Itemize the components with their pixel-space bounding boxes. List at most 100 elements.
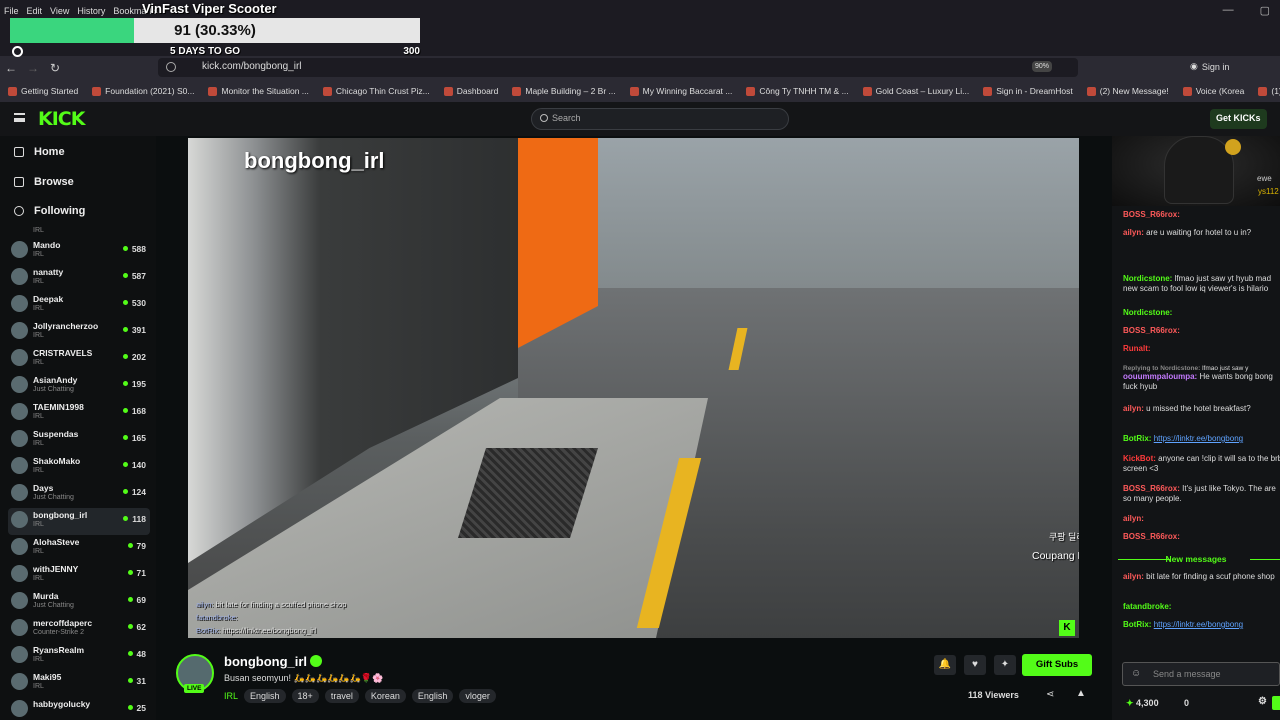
kicks-icon[interactable]: ✦: [994, 655, 1016, 675]
chat-username[interactable]: Replying to Nordicstone:: [1123, 365, 1200, 372]
url-text[interactable]: kick.com/bongbong_irl: [202, 61, 302, 72]
sidebar-channel[interactable]: AsianAndy Just Chatting 195: [8, 373, 150, 400]
sidebar-channel[interactable]: bongbong_irl IRL 118: [8, 508, 150, 535]
bookmark-item[interactable]: Maple Building – 2 Br ...: [512, 86, 616, 96]
sidebar-channel[interactable]: nanatty IRL 587: [8, 265, 150, 292]
site-info-icon[interactable]: [166, 62, 176, 72]
bookmark-item[interactable]: Voice (Korea: [1182, 86, 1244, 96]
chat-username[interactable]: oouummpaloumpa:: [1123, 372, 1197, 381]
nav-following[interactable]: Following: [14, 205, 85, 217]
category-link[interactable]: IRL: [224, 689, 238, 703]
chat-username[interactable]: BOSS_R66rox:: [1123, 484, 1180, 493]
chat-username[interactable]: ailyn:: [1123, 404, 1144, 413]
sidebar-channel[interactable]: RyansRealm IRL 48: [8, 643, 150, 670]
chat-input-box[interactable]: ☺: [1122, 662, 1280, 686]
chat-input[interactable]: [1153, 667, 1273, 681]
emote-icon[interactable]: ☺: [1131, 668, 1141, 679]
sidebar-channel[interactable]: TAEMIN1998 IRL 168: [8, 400, 150, 427]
chat-text[interactable]: https://linktr.ee/bongbong: [1154, 434, 1243, 443]
bookmark-item[interactable]: Getting Started: [8, 86, 78, 96]
sidebar-channel[interactable]: Mando IRL 588: [8, 238, 150, 265]
tag[interactable]: travel: [324, 689, 359, 703]
sign-in-button[interactable]: ◉ Sign in: [1190, 61, 1229, 72]
sidebar-channel[interactable]: Days Just Chatting 124: [8, 481, 150, 508]
chat-username[interactable]: Nordicstone:: [1123, 274, 1172, 283]
bookmark-item[interactable]: Foundation (2021) S0...: [92, 86, 194, 96]
sidebar-channel[interactable]: ShakoMako IRL 140: [8, 454, 150, 481]
search-bar[interactable]: Search: [531, 108, 789, 130]
bookmark-item[interactable]: Gold Coast – Luxury Li...: [862, 86, 969, 96]
chat-text[interactable]: https://linktr.ee/bongbong: [1154, 620, 1243, 629]
chat-username[interactable]: BotRix:: [1123, 620, 1151, 629]
goal-title: VinFast Viper Scooter: [142, 1, 277, 16]
chat-username[interactable]: BOSS_R66rox:: [1123, 210, 1180, 219]
tag[interactable]: 18+: [291, 689, 319, 703]
chat-message: ailyn: are u waiting for hotel to u in?: [1123, 228, 1280, 238]
follow-heart-icon[interactable]: ♥: [964, 655, 986, 675]
sidebar-channel[interactable]: AlohaSteve IRL 79: [8, 535, 150, 562]
tag[interactable]: English: [411, 689, 454, 703]
search-placeholder[interactable]: Search: [552, 113, 581, 123]
report-icon[interactable]: ▲: [1076, 688, 1086, 699]
channel-avatar: [11, 619, 28, 636]
bookmarks-bar: Getting Started Foundation (2021) S0... Mo…: [0, 80, 1280, 102]
kick-logo[interactable]: KICK: [38, 108, 85, 130]
channel-name: withJENNY: [33, 564, 79, 574]
chat-username[interactable]: ailyn:: [1123, 228, 1144, 237]
sidebar-channel[interactable]: CRISTRAVELS IRL 202: [8, 346, 150, 373]
bookmark-item[interactable]: My Winning Baccarat ...: [629, 86, 732, 96]
minimize-button[interactable]: —: [1223, 4, 1234, 17]
url-bar[interactable]: kick.com/bongbong_irl 90%: [158, 58, 1078, 77]
channel-avatar: [11, 565, 28, 582]
sidebar-channel[interactable]: mercoffdaperc Counter-Strike 2 62: [8, 616, 150, 643]
chat-username[interactable]: fatandbroke:: [1123, 602, 1171, 611]
gift-subs-button[interactable]: Gift Subs: [1022, 654, 1092, 676]
bookmark-item[interactable]: (2) New Message!: [1086, 86, 1169, 96]
channel-viewers: 25: [128, 703, 146, 713]
nav-home[interactable]: Home: [14, 146, 65, 158]
chat-text: lfmao just saw y: [1202, 365, 1249, 372]
tag[interactable]: Korean: [364, 689, 406, 703]
share-icon[interactable]: ⋖: [1046, 689, 1054, 700]
chat-username[interactable]: ailyn:: [1123, 572, 1144, 581]
chat-username[interactable]: ailyn:: [1123, 514, 1144, 523]
sidebar-channel[interactable]: Jollyrancherzoo IRL 391: [8, 319, 150, 346]
nav-browse[interactable]: Browse: [14, 176, 74, 188]
streamer-name[interactable]: bongbong_irl: [224, 654, 307, 669]
sidebar-channel[interactable]: Deepak IRL 530: [8, 292, 150, 319]
video-player[interactable]: bongbong_irl 쿠팡 딜리버리 Coupang Delivery ai…: [188, 138, 1079, 638]
bookmark-item[interactable]: (1) New Message: [1258, 86, 1280, 96]
chat-username[interactable]: BOSS_R66rox:: [1123, 532, 1180, 541]
send-button[interactable]: [1272, 696, 1280, 710]
chat-username[interactable]: BotRix:: [1123, 434, 1151, 443]
sidebar-channel[interactable]: habbygolucky 25: [8, 697, 150, 720]
bookmark-item[interactable]: Monitor the Situation ...: [208, 86, 309, 96]
back-icon[interactable]: ←: [0, 61, 22, 75]
get-kicks-button[interactable]: Get KICKs: [1210, 109, 1267, 129]
sidebar-channel[interactable]: Maki95 IRL 31: [8, 670, 150, 697]
notification-bell-icon[interactable]: 🔔: [934, 655, 956, 675]
gear-icon[interactable]: ⚙: [1258, 696, 1267, 707]
chat-username[interactable]: Runalt:: [1123, 344, 1151, 353]
chat-username[interactable]: Nordicstone:: [1123, 308, 1172, 317]
zoom-badge[interactable]: 90%: [1032, 61, 1053, 72]
sidebar-channel[interactable]: withJENNY IRL 71: [8, 562, 150, 589]
sidebar-channel[interactable]: Suspendas IRL 165: [8, 427, 150, 454]
tag[interactable]: English: [244, 689, 286, 703]
chat-username[interactable]: BOSS_R66rox:: [1123, 326, 1180, 335]
channel-points[interactable]: 4,300: [1126, 698, 1159, 709]
maximize-button[interactable]: ▢: [1260, 4, 1270, 17]
menu-icon[interactable]: [14, 113, 25, 122]
chat-username[interactable]: KickBot:: [1123, 454, 1156, 463]
sidebar-channel[interactable]: Murda Just Chatting 69: [8, 589, 150, 616]
bookmark-item[interactable]: Chicago Thin Crust Piz...: [322, 86, 430, 96]
forward-icon[interactable]: →: [22, 61, 44, 75]
bookmark-item[interactable]: Dashboard: [443, 86, 498, 96]
kicks-balance[interactable]: 0: [1184, 698, 1189, 708]
bookmark-item[interactable]: Công Ty TNHH TM & ...: [746, 86, 849, 96]
new-messages-divider[interactable]: New messages: [1112, 554, 1280, 564]
bookmark-item[interactable]: Sign in - DreamHost: [983, 86, 1073, 96]
video-chat-line: BotRix: https://linktr.ee/bongbong_irl: [196, 626, 317, 635]
tag[interactable]: vloger: [459, 689, 496, 703]
reload-icon[interactable]: ↻: [44, 61, 66, 75]
